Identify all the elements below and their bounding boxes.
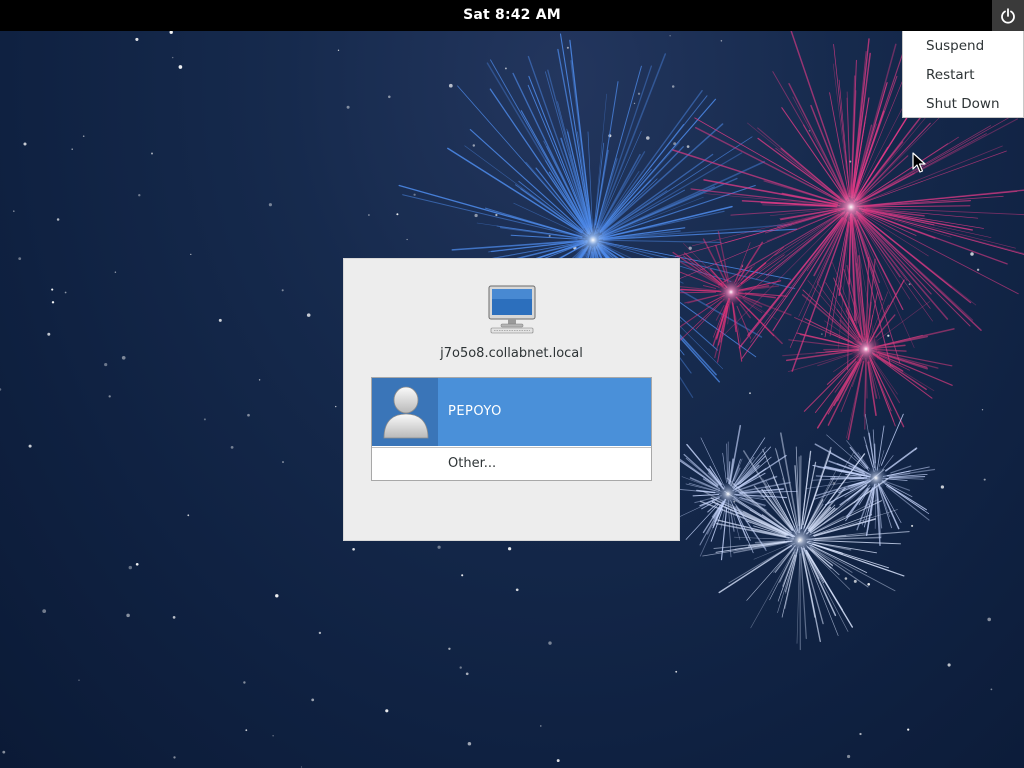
hostname-label: j7o5o8.collabnet.local [440,346,583,361]
user-list: PEPOYO Other... [371,377,652,481]
top-bar: Sat 8:42 AM [0,0,1024,31]
mouse-pointer-icon [912,152,926,173]
avatar [372,378,438,446]
power-button[interactable] [992,0,1024,31]
menu-item-shut-down[interactable]: Shut Down [903,91,1023,120]
other-user-label: Other... [448,456,497,471]
user-avatar-icon [383,386,429,439]
menu-item-restart[interactable]: Restart [903,62,1023,91]
computer-icon [488,285,536,334]
clock[interactable]: Sat 8:42 AM [0,0,1024,31]
user-row-pepoyo[interactable]: PEPOYO [372,378,651,446]
power-menu: Suspend Restart Shut Down [902,31,1024,118]
other-user-row[interactable]: Other... [372,448,651,480]
user-name: PEPOYO [448,404,502,419]
login-dialog: j7o5o8.collabnet.local PEPOYO Other... [343,258,680,541]
menu-item-suspend[interactable]: Suspend [903,33,1023,62]
power-icon [1001,7,1015,24]
